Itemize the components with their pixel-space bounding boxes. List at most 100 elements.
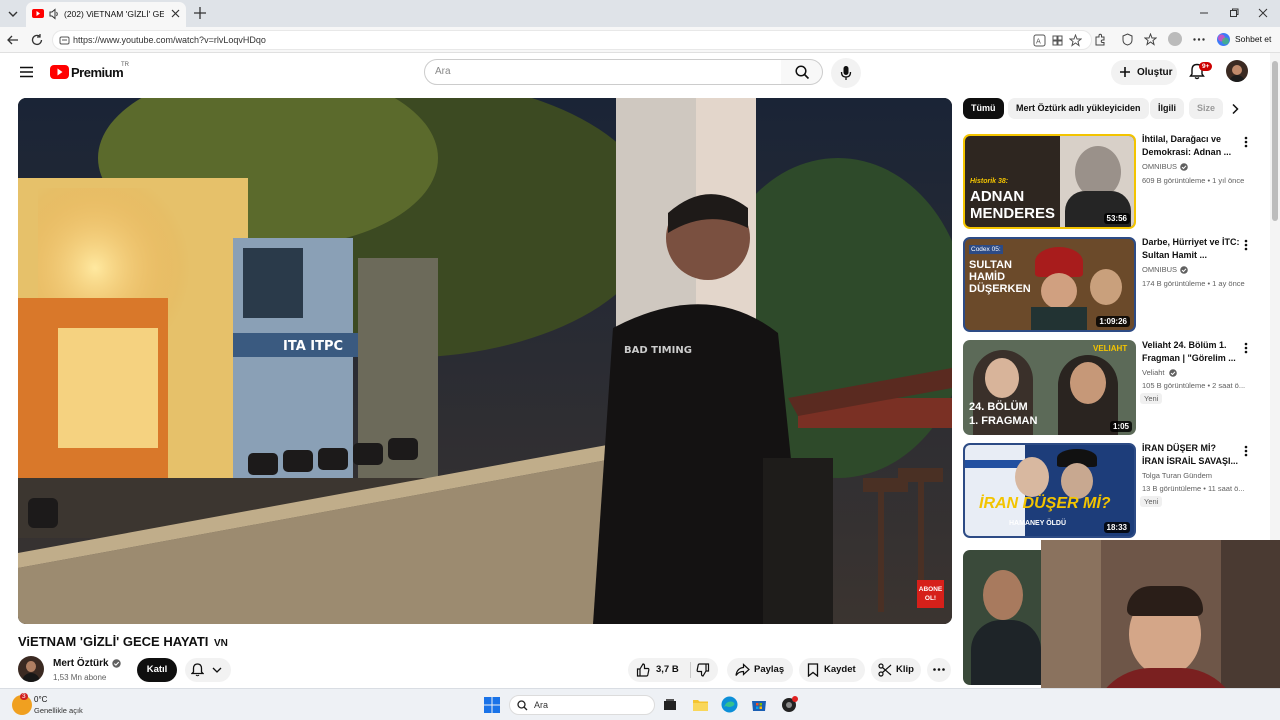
recommendation-more-icon[interactable] [1244, 342, 1248, 354]
subscribe-overlay-badge[interactable]: ABONE OL! [917, 580, 944, 608]
chip-all[interactable]: Tümü [963, 98, 1004, 119]
create-button[interactable]: Oluştur [1111, 60, 1177, 85]
speaker-icon[interactable] [48, 8, 60, 20]
windows-start-icon[interactable] [484, 697, 500, 713]
app-icon-with-notification[interactable] [781, 696, 798, 713]
search-icon [795, 65, 810, 80]
translate-icon[interactable]: A [1033, 34, 1046, 47]
channel-avatar[interactable] [18, 656, 44, 682]
voice-search-button[interactable] [831, 58, 861, 88]
save-label: Kaydet [824, 664, 856, 675]
recommendation-channel[interactable]: Tolga Turan Gündem [1142, 471, 1212, 480]
new-tab-plus-icon[interactable] [193, 6, 207, 20]
verified-check-icon [1169, 369, 1177, 377]
recommendation-title[interactable]: İRAN DÜŞER Mİ? İRAN İSRAİL SAVAŞI... [1142, 442, 1242, 468]
profile-avatar-icon[interactable] [1168, 32, 1182, 46]
search-input[interactable]: Ara [424, 59, 782, 85]
more-actions-button[interactable] [927, 658, 951, 682]
join-button[interactable]: Katıl [137, 658, 177, 682]
recommendation-title[interactable]: Veliaht 24. Bölüm 1. Fragman | "Görelim … [1142, 339, 1242, 365]
recommendation-meta: 174 B görüntüleme • 1 ay önce [1142, 279, 1245, 288]
recommendation-thumbnail[interactable]: Codex 05: SULTAN HAMİD DÜŞERKEN 1:09:26 [963, 237, 1136, 332]
thumbs-up-icon [636, 663, 650, 677]
favorites-bar-icon[interactable] [1144, 33, 1157, 46]
taskbar-search-placeholder: Ara [534, 700, 549, 710]
recommendation-thumbnail[interactable]: VELIAHT 24. BÖLÜM 1. FRAGMAN 1:05 [963, 340, 1136, 435]
recommendation-title[interactable]: Darbe, Hürriyet ve İTC: Sultan Hamit ... [1142, 236, 1242, 262]
youtube-logo-icon[interactable] [50, 65, 69, 79]
recommendation-thumbnail[interactable]: İRAN DÜŞER Mİ? HAMANEY ÖLDÜ 18:33 [963, 443, 1136, 538]
chip-for-you[interactable]: Size [1189, 98, 1223, 119]
menu-hamburger-icon[interactable] [19, 66, 34, 78]
thumbs-down-icon[interactable] [696, 663, 710, 677]
close-window-icon[interactable] [1258, 8, 1268, 18]
save-button[interactable]: Kaydet [799, 658, 865, 682]
edge-browser-icon[interactable] [721, 696, 738, 713]
tab-actions-chevron-icon[interactable] [6, 7, 20, 21]
recommendation-title[interactable]: İhtilal, Darağacı ve Demokrasi: Adnan ..… [1142, 133, 1242, 159]
chip-related[interactable]: İlgili [1150, 98, 1184, 119]
chips-next-chevron-icon[interactable] [1230, 103, 1240, 115]
site-info-icon[interactable] [59, 35, 70, 46]
task-view-icon[interactable] [663, 698, 677, 712]
copilot-icon[interactable] [1216, 32, 1231, 47]
svg-text:A: A [1036, 38, 1041, 46]
thumb-caption-large: ADNAN MENDERES [970, 188, 1056, 222]
overlay-badge-line1: ABONE [918, 586, 943, 593]
verified-check-icon [1180, 266, 1188, 274]
chevron-down-icon [212, 666, 222, 674]
taskbar-search-input[interactable]: Ara [509, 695, 655, 715]
recommendation-channel[interactable]: OMNIBUS [1142, 265, 1177, 274]
region-code: TR [121, 62, 129, 68]
account-avatar[interactable] [1226, 60, 1248, 82]
recommendation-more-icon[interactable] [1244, 136, 1248, 148]
recommendation-meta: 609 B görüntüleme • 1 yıl önce [1142, 176, 1245, 185]
restore-window-icon[interactable] [1229, 8, 1239, 18]
new-badge: Yeni [1140, 496, 1163, 507]
video-title-text: ViETNAM 'GİZLİ' GECE HAYATI [18, 634, 209, 649]
create-label: Oluştur [1137, 67, 1173, 78]
scissors-icon [878, 663, 892, 677]
recommendation-thumbnail[interactable]: Historik 38: ADNAN MENDERES 53:56 [963, 134, 1136, 229]
extensions-puzzle-icon[interactable] [1094, 33, 1107, 46]
subscribed-bell-button[interactable] [185, 658, 231, 682]
recommendation-more-icon[interactable] [1244, 445, 1248, 457]
apps-grid-icon[interactable] [1051, 34, 1064, 47]
youtube-favicon-icon [32, 9, 44, 18]
more-options-icon[interactable] [1193, 38, 1205, 41]
video-duration: 1:09:26 [1096, 316, 1130, 327]
new-badge: Yeni [1140, 393, 1163, 404]
browser-tab-active[interactable]: (202) ViETNAM 'GİZLİ' GECE H [26, 2, 186, 27]
recommendation-channel[interactable]: Veliaht [1142, 368, 1165, 377]
back-arrow-icon[interactable] [6, 33, 20, 47]
video-player[interactable]: ITA ITPC BAD TIMING ABONE OL! [18, 98, 952, 624]
favorite-star-icon[interactable] [1069, 34, 1082, 47]
search-button[interactable] [781, 59, 823, 85]
video-title: ViETNAM 'GİZLİ' GECE HAYATI VN [18, 634, 228, 649]
scrollbar-thumb[interactable] [1272, 61, 1278, 221]
copilot-chat-label[interactable]: Sohbet et [1235, 34, 1271, 44]
clip-button[interactable]: Klip [871, 658, 921, 682]
logo-premium-text[interactable]: Premium [71, 65, 124, 80]
taskbar-search-icon [517, 700, 528, 711]
address-bar[interactable]: https://www.youtube.com/watch?v=rlvLoqvH… [52, 30, 1092, 50]
thumb-caption-large: 24. BÖLÜM 1. FRAGMAN [969, 401, 1038, 427]
youtube-header: Premium TR Ara Oluştur 9+ [0, 53, 1270, 93]
thumb-caption-small: Codex 05: [969, 245, 1003, 254]
file-explorer-icon[interactable] [692, 697, 709, 712]
recommendation-more-icon[interactable] [1244, 239, 1248, 251]
channel-name[interactable]: Mert Öztürk [53, 658, 109, 669]
recommendation-thumbnail[interactable] [963, 550, 1041, 685]
share-button[interactable]: Paylaş [727, 658, 793, 682]
browser-essentials-icon[interactable] [1121, 33, 1134, 46]
recommendation-channel[interactable]: OMNIBUS [1142, 162, 1177, 171]
reload-icon[interactable] [30, 33, 44, 47]
like-divider [690, 662, 691, 678]
share-arrow-icon [735, 663, 750, 677]
minimize-window-icon[interactable] [1199, 8, 1209, 18]
like-button[interactable]: 3,7 B [628, 658, 688, 682]
microsoft-store-icon[interactable] [751, 697, 767, 712]
video-duration: 18:33 [1103, 522, 1130, 533]
chip-from-uploader[interactable]: Mert Öztürk adlı yükleyiciden [1008, 98, 1149, 119]
close-tab-icon[interactable] [170, 8, 181, 19]
